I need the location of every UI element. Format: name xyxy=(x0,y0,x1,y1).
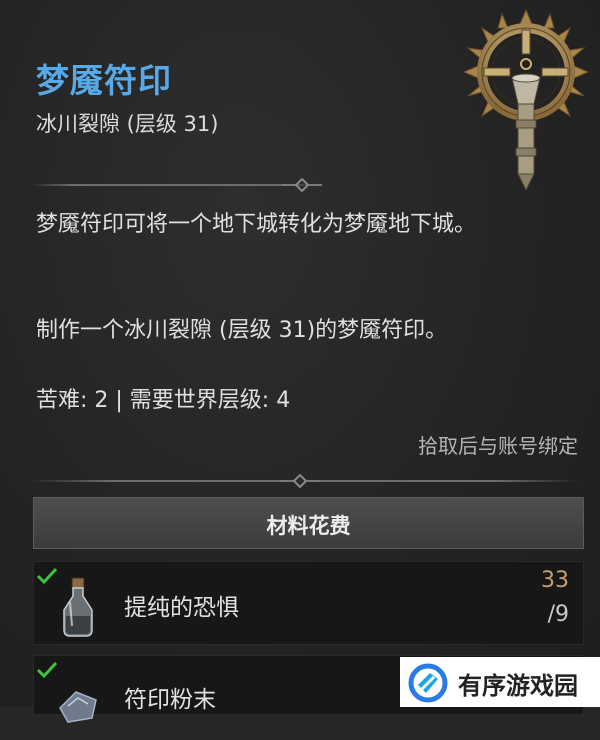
item-tooltip: 梦魇符印 冰川裂隙 (层级 31) 梦魇符印可将一个地下城转化为梦魇地下城。 制… xyxy=(0,0,600,723)
vial-icon xyxy=(63,577,93,637)
material-cost-header: 材料花费 xyxy=(33,497,584,549)
divider xyxy=(30,184,320,186)
nightmare-sigil-icon xyxy=(462,8,590,192)
powder-icon xyxy=(59,691,97,723)
divider-ornament-icon xyxy=(280,474,320,488)
material-owned-count: 33 xyxy=(541,568,569,593)
watermark: 有序游戏园 xyxy=(400,657,600,707)
site-logo-icon xyxy=(408,663,448,703)
divider-ornament-icon xyxy=(282,178,322,192)
item-crafting-note: 制作一个冰川裂隙 (层级 31)的梦魇符印。 xyxy=(36,318,448,343)
item-title: 梦魇符印 xyxy=(36,61,172,100)
check-icon xyxy=(36,661,58,679)
watermark-text: 有序游戏园 xyxy=(458,672,578,700)
item-stats: 苦难: 2 | 需要世界层级: 4 xyxy=(36,388,291,413)
account-bound-label: 拾取后与账号绑定 xyxy=(418,434,578,458)
material-name: 符印粉末 xyxy=(124,687,216,713)
material-name: 提纯的恐惧 xyxy=(124,595,239,621)
material-cost-title: 材料花费 xyxy=(266,513,351,538)
item-description: 梦魇符印可将一个地下城转化为梦魇地下城。 xyxy=(36,212,477,237)
check-icon xyxy=(36,567,58,585)
item-subtitle: 冰川裂隙 (层级 31) xyxy=(36,112,219,136)
material-row[interactable]: 提纯的恐惧 33 /9 xyxy=(33,561,584,645)
material-required-count: /9 xyxy=(547,602,569,627)
